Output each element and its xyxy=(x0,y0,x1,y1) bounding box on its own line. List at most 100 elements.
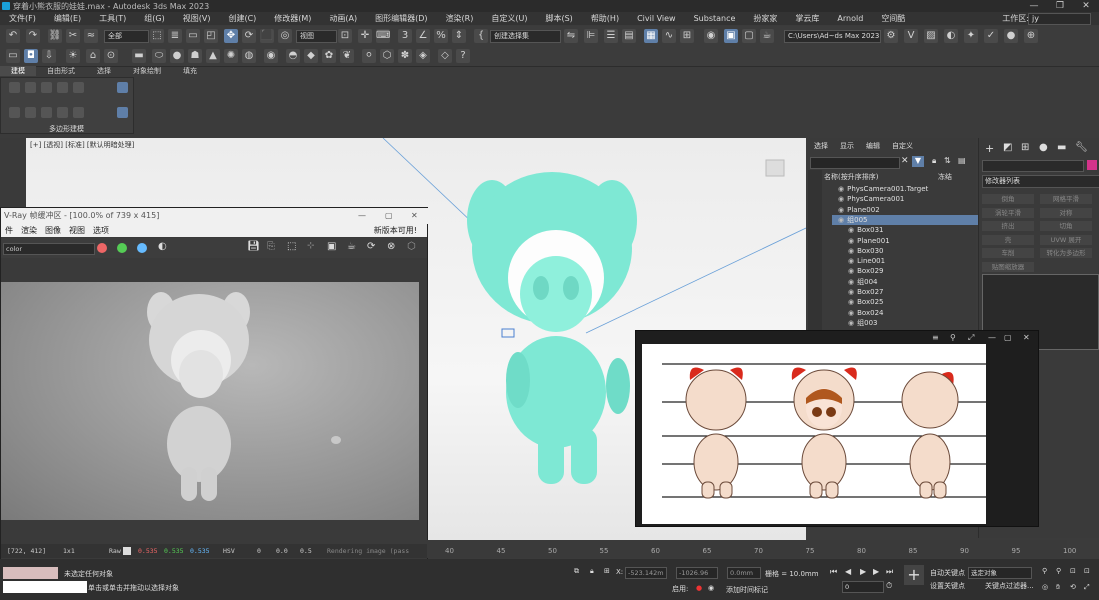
vray-update-notice[interactable]: 新版本可用! xyxy=(370,225,427,236)
timeline-ruler[interactable]: 40 45 50 55 60 65 70 75 80 85 90 95 100 xyxy=(427,540,1076,558)
selection-filter-dropdown[interactable]: 全部 xyxy=(104,30,149,43)
vray-rendered-image[interactable] xyxy=(1,282,419,520)
vray-options-icon[interactable]: ⊕ xyxy=(1024,29,1038,43)
menu-help[interactable]: 帮助(H) xyxy=(582,13,628,24)
menu-substance[interactable]: Substance xyxy=(685,14,745,23)
next-frame-icon[interactable]: ▶ xyxy=(873,567,879,576)
plant-icon[interactable]: ❦ xyxy=(340,49,354,63)
polygon-mode-icon[interactable] xyxy=(57,82,68,93)
subdivision-icon[interactable] xyxy=(57,107,68,118)
menu-zhangyunku[interactable]: 掌云库 xyxy=(786,13,828,24)
ref-pin-icon[interactable]: ⚲ xyxy=(950,333,956,342)
current-frame-field[interactable]: 0 xyxy=(842,581,884,593)
modifier-button[interactable]: UVW 展开 xyxy=(1040,234,1092,245)
isolate-icon[interactable]: ⧉ xyxy=(574,567,579,576)
bind-space-warp-icon[interactable]: ≈ xyxy=(84,29,98,43)
vertex-mode-icon[interactable] xyxy=(9,82,20,93)
object-color-swatch[interactable] xyxy=(1087,160,1097,170)
named-selection-dropdown[interactable]: 创建选择集 xyxy=(490,30,561,43)
scene-tab-select[interactable]: 选择 xyxy=(808,141,834,151)
visibility-eye-icon[interactable]: ◉ xyxy=(838,195,844,203)
auto-key-button[interactable]: 自动关键点 xyxy=(930,568,965,578)
minimize-button[interactable]: — xyxy=(1021,0,1047,12)
modifier-button[interactable]: 切角 xyxy=(1040,221,1092,231)
undo-icon[interactable]: ↶ xyxy=(6,29,20,43)
menu-modifiers[interactable]: 修改器(M) xyxy=(265,13,320,24)
scene-freeze-header[interactable]: 冻结 xyxy=(938,172,952,182)
visibility-eye-icon[interactable]: ◉ xyxy=(848,237,854,245)
vray-menu-render[interactable]: 渲染 xyxy=(17,225,41,236)
sphere-light-icon[interactable]: ◍ xyxy=(242,49,256,63)
filter-icon[interactable]: ▼ xyxy=(912,156,924,167)
link-view-icon[interactable]: ▣ xyxy=(327,241,336,252)
visibility-eye-icon[interactable]: ◉ xyxy=(848,257,854,265)
render-production-icon[interactable]: ☕ xyxy=(760,29,774,43)
import-icon[interactable]: ⇩ xyxy=(42,49,56,63)
box-primitive-icon[interactable]: ▬ xyxy=(132,49,146,63)
menu-customize[interactable]: 自定义(U) xyxy=(482,13,536,24)
menu-banjiajia[interactable]: 扮家家 xyxy=(744,13,786,24)
key-filters-button[interactable]: 关键点过滤器... xyxy=(985,581,1034,591)
polygon-modeling-label[interactable]: 多边形建模 xyxy=(49,124,84,134)
menu-group[interactable]: 组(G) xyxy=(135,13,173,24)
visibility-eye-icon[interactable]: ◉ xyxy=(848,267,854,275)
menu-civil-view[interactable]: Civil View xyxy=(628,14,685,23)
vray-frame-buffer-icon[interactable]: ▨ xyxy=(924,29,938,43)
align-icon[interactable]: ⊫ xyxy=(584,29,598,43)
render-setup-icon[interactable]: ▣ xyxy=(724,29,738,43)
move-icon[interactable]: ✥ xyxy=(224,29,238,43)
place-icon[interactable]: ◎ xyxy=(278,29,292,43)
maxscript-listener[interactable] xyxy=(3,567,58,579)
scene-item[interactable]: ◉ Box029 xyxy=(832,266,992,276)
visibility-eye-icon[interactable]: ◉ xyxy=(848,288,854,296)
menu-view[interactable]: 视图(V) xyxy=(174,13,220,24)
camera-gizmo-icon[interactable] xyxy=(501,328,515,338)
unlink-icon[interactable]: ✂ xyxy=(66,29,80,43)
border-mode-icon[interactable] xyxy=(41,82,52,93)
pivot-center-icon[interactable]: ⊡ xyxy=(338,29,352,43)
visibility-eye-icon[interactable]: ◉ xyxy=(848,226,854,234)
scene-item[interactable]: ◉ Plane001 xyxy=(832,236,992,246)
create-tab-icon[interactable]: + xyxy=(985,142,994,155)
motion-tab-icon[interactable]: ● xyxy=(1039,142,1048,153)
sphere-primitive-icon[interactable]: ● xyxy=(170,49,184,63)
maximize-button[interactable]: ❐ xyxy=(1047,0,1073,12)
zoom-ratio[interactable]: 1x1 xyxy=(63,544,75,558)
menu-scripting[interactable]: 脚本(S) xyxy=(536,13,581,24)
modifier-button[interactable]: 倒角 xyxy=(982,194,1034,204)
ribbon-options-icon[interactable] xyxy=(117,82,128,93)
time-tag-icon[interactable]: ◉ xyxy=(708,584,714,592)
blue-channel-icon[interactable] xyxy=(137,243,147,253)
tab-object-paint[interactable]: 对象绘制 xyxy=(122,66,172,76)
modifier-button[interactable]: 网格平滑 xyxy=(1040,194,1092,204)
cylinder-primitive-icon[interactable]: ⬭ xyxy=(152,49,166,63)
utilities-tab-icon[interactable]: 🔧︎ xyxy=(1075,142,1088,153)
render-setup-secondary-icon[interactable]: ⚙ xyxy=(884,29,898,43)
vray-proxy-icon[interactable]: ⬡ xyxy=(380,49,394,63)
x-coord-field[interactable]: -523.142m xyxy=(625,567,667,579)
visibility-eye-icon[interactable]: ◉ xyxy=(838,185,844,193)
menu-animation[interactable]: 动画(A) xyxy=(320,13,366,24)
tab-modeling[interactable]: 建模 xyxy=(0,66,36,76)
zoom-extents-all-icon[interactable]: ⊡ xyxy=(1084,567,1090,575)
tab-populate[interactable]: 填充 xyxy=(172,66,208,76)
reference-coord-dropdown[interactable]: 视图 xyxy=(296,30,337,43)
window-crossing-icon[interactable]: ◰ xyxy=(204,29,218,43)
scene-item[interactable]: ◉ 组003 xyxy=(832,318,992,328)
object-name-field[interactable] xyxy=(982,160,1084,172)
scene-item[interactable]: ◉ 组005 xyxy=(832,214,982,225)
viewport-label[interactable]: [+] [透视] [标准] [默认明暗处理] xyxy=(30,140,134,150)
save-image-icon[interactable]: 💾︎ xyxy=(247,241,260,252)
rotate-icon[interactable]: ⟳ xyxy=(242,29,256,43)
maxscript-input[interactable] xyxy=(3,581,87,593)
scene-name-header[interactable]: 名称(按升序排序) xyxy=(824,172,878,182)
scene-item[interactable]: ◉ Plane002 xyxy=(832,205,982,215)
ref-fullscreen-icon[interactable]: ⤢ xyxy=(968,333,974,343)
curve-editor-icon[interactable]: ∿ xyxy=(662,29,676,43)
interactive-render-icon[interactable]: ⟳ xyxy=(367,241,375,252)
color-space-dropdown[interactable]: HSV xyxy=(223,544,235,558)
maximize-viewport-icon[interactable]: ⤢ xyxy=(1084,583,1090,592)
mirror-icon[interactable]: ⇋ xyxy=(564,29,578,43)
set-key-icon[interactable]: + xyxy=(904,565,924,585)
add-time-tag[interactable]: 添加时间标记 xyxy=(726,585,768,595)
